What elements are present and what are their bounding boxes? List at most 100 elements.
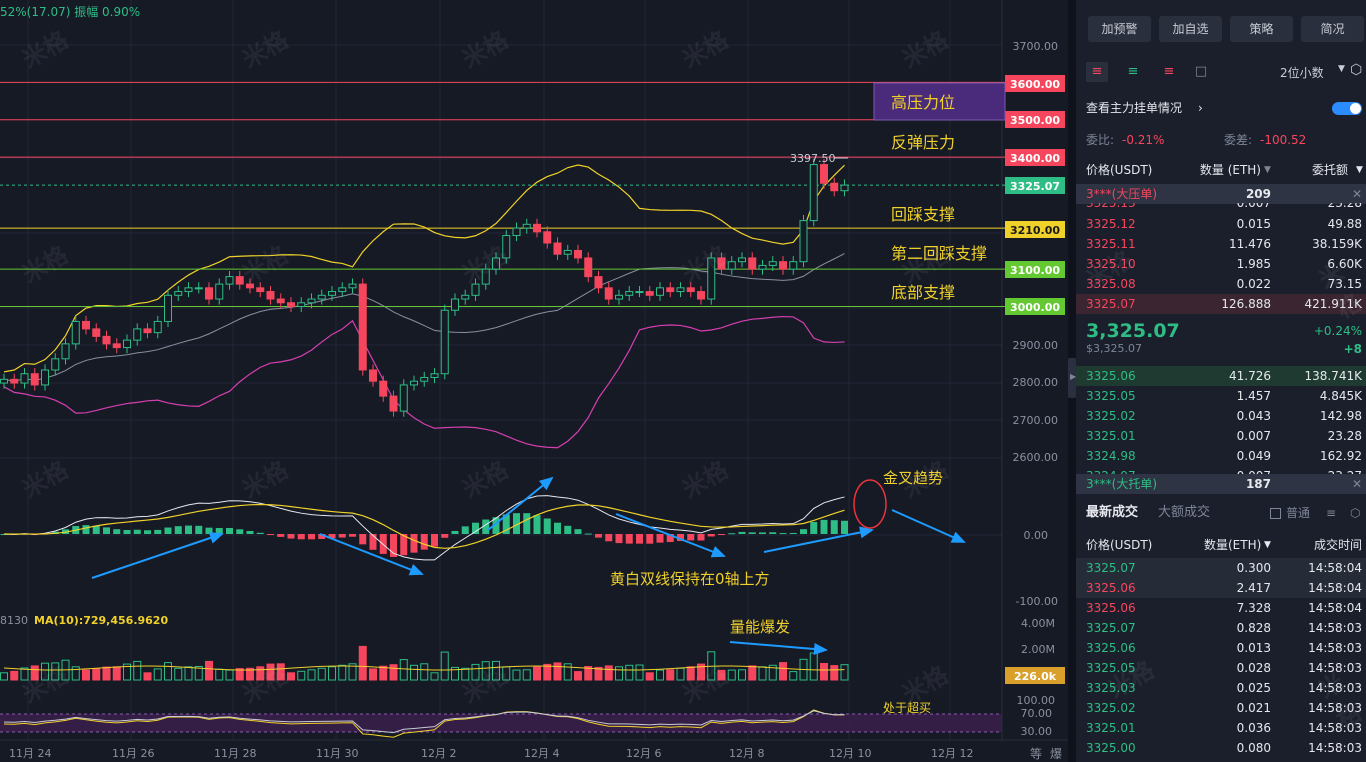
trade-row[interactable]: 3325.07 0.828 14:58:03 [1086, 618, 1364, 638]
panel-splitter[interactable]: ▶ [1068, 0, 1076, 762]
view-both-icon[interactable]: ≡ [1086, 62, 1108, 82]
collapse-handle[interactable]: ▶ [1068, 358, 1076, 398]
close-icon[interactable]: ✕ [1352, 184, 1362, 204]
settings-icon[interactable]: ⬡ [1350, 502, 1360, 524]
ask-row[interactable]: 3325.07 126.888 421.911K [1076, 294, 1366, 314]
volume-bar [112, 666, 121, 681]
bid-row[interactable]: 3324.98 0.049 162.92 [1086, 446, 1364, 466]
bid-row[interactable]: 3325.06 41.726 138.741K [1076, 366, 1366, 386]
candle-body [82, 320, 90, 330]
trade-row[interactable]: 3325.06 0.013 14:58:03 [1086, 638, 1364, 658]
tab-latest-trades[interactable]: 最新成交 [1086, 502, 1138, 524]
macd-bar [646, 534, 654, 544]
macd-bar [267, 534, 274, 535]
rsi-tick-70: 70.00 [1021, 707, 1053, 720]
trade-time: 14:58:03 [1308, 721, 1362, 735]
annotation-arrows [91, 476, 966, 655]
close-icon[interactable]: ✕ [1352, 474, 1362, 494]
volume-bar [153, 668, 162, 681]
main-orders-row[interactable]: 查看主力挂单情况 › [1086, 98, 1364, 118]
candle-body [789, 261, 798, 270]
chart-canvas[interactable]: 52%(17.07) 振幅 0.90% 3700.00 2900.00 2800… [0, 0, 1068, 762]
tag-3500: 3500.00 [1010, 114, 1060, 127]
volume-bar [174, 667, 183, 681]
candle-body [133, 328, 142, 341]
bid-row[interactable]: 3325.02 0.043 142.98 [1086, 406, 1364, 426]
bid-row[interactable]: 3325.05 1.457 4.845K [1086, 386, 1364, 406]
volume-bar [328, 666, 336, 681]
main-orders-toggle[interactable] [1332, 102, 1362, 115]
candle-body [369, 369, 377, 382]
candle-body [174, 291, 183, 296]
mid-sub-row: $3,325.07 +8 [1086, 341, 1364, 357]
trade-header-price: 价格(USDT) [1086, 538, 1153, 552]
annotation-bottom-support: 底部支撑 [891, 283, 955, 302]
candle-body [399, 384, 408, 412]
price-chart[interactable]: 52%(17.07) 振幅 0.90% 3700.00 2900.00 2800… [0, 0, 1068, 762]
overview-button[interactable]: 简况 [1301, 16, 1364, 42]
trade-time: 14:58:04 [1308, 581, 1362, 595]
tab-large-trades[interactable]: 大额成交 [1158, 502, 1210, 524]
candle-body [184, 287, 193, 293]
watchlist-button[interactable]: 加自选 [1159, 16, 1222, 42]
macd-bar [820, 519, 828, 534]
normal-checkbox[interactable] [1270, 508, 1281, 519]
orderbook-header: 价格(USDT) 数量 (ETH) ▼ 委托额 ▼ [1086, 160, 1364, 180]
macd-bar [543, 518, 551, 534]
macd-bar [113, 529, 121, 534]
view-bids-icon[interactable]: ≡ [1122, 62, 1144, 82]
wei-cha-value: -100.52 [1260, 133, 1307, 147]
big-bid-qty: 187 [1245, 477, 1271, 491]
trade-row[interactable]: 3325.06 7.328 14:58:04 [1086, 598, 1364, 618]
candle-body [563, 249, 572, 255]
macd-bar [349, 534, 356, 537]
candle-body [10, 378, 19, 384]
annotation-volume-burst: 量能爆发 [730, 618, 790, 636]
ob-header-qty[interactable]: 数量 (ETH) [1086, 160, 1261, 180]
big-bid-row[interactable]: 3***(大托单) 187 ✕ [1076, 474, 1366, 494]
macd-bar [656, 534, 664, 543]
candle-body [328, 291, 336, 296]
tag-3000: 3000.00 [1010, 301, 1060, 314]
trade-row[interactable]: 3325.02 0.021 14:58:03 [1086, 698, 1364, 718]
big-ask-row[interactable]: 3***(大压单) 209 ✕ [1076, 184, 1366, 204]
candle-body [440, 309, 449, 375]
volume-bar [82, 669, 90, 681]
candle-body [604, 287, 613, 300]
trade-row[interactable]: 3325.07 0.300 14:58:04 [1076, 558, 1366, 578]
macd-bar [830, 520, 838, 534]
strategy-button[interactable]: 策略 [1230, 16, 1293, 42]
main-orders-label: 查看主力挂单情况 [1086, 101, 1183, 115]
alert-button[interactable]: 加预警 [1088, 16, 1151, 42]
filter-icon[interactable]: ≡ [1326, 502, 1336, 524]
trade-row[interactable]: 3325.06 2.417 14:58:04 [1076, 578, 1366, 598]
candle-body [143, 328, 152, 334]
volume-bar [779, 662, 787, 681]
trade-row[interactable]: 3325.00 0.080 14:58:03 [1086, 738, 1364, 758]
candle-body [410, 380, 418, 386]
axis-tick-3700: 3700.00 [1013, 40, 1059, 53]
trade-row[interactable]: 3325.01 0.036 14:58:03 [1086, 718, 1364, 738]
volume-bar [574, 671, 582, 681]
bid-row[interactable]: 3325.01 0.007 23.28 [1086, 426, 1364, 446]
decimals-select[interactable]: 2位小数 [1280, 64, 1324, 81]
corner-label[interactable]: 等 [1030, 747, 1042, 761]
volume-bar [389, 664, 398, 681]
volume-bar [758, 666, 767, 681]
ob-header-amount[interactable]: 委托额 [1312, 160, 1348, 180]
ask-row[interactable]: 3325.11 11.476 38.159K [1086, 234, 1364, 254]
chevron-down-icon: ▼ [1264, 165, 1271, 175]
candle-body [522, 223, 531, 229]
view-depth-icon[interactable]: □ [1190, 62, 1212, 82]
view-asks-icon[interactable]: ≡ [1158, 62, 1180, 82]
right-panel: 加预警 加自选 策略 简况 ≡ ≡ ≡ □ 2位小数 ▼ ⬡ 查看主力挂单情况 … [1076, 0, 1366, 762]
settings-icon[interactable]: ⬡ [1350, 62, 1362, 78]
date-label: 12月 6 [626, 747, 662, 760]
axis-tick-2600: 2600.00 [1013, 451, 1059, 464]
ask-row[interactable]: 3325.12 0.015 49.88 [1086, 214, 1364, 234]
annotation-arrow [891, 509, 966, 543]
corner-label[interactable]: 爆 [1050, 747, 1062, 761]
trade-header-qty[interactable]: 数量(ETH) [1204, 535, 1261, 555]
volume-bar [0, 672, 8, 681]
bid-row[interactable]: 3324.970.00723.27 [1086, 466, 1364, 474]
